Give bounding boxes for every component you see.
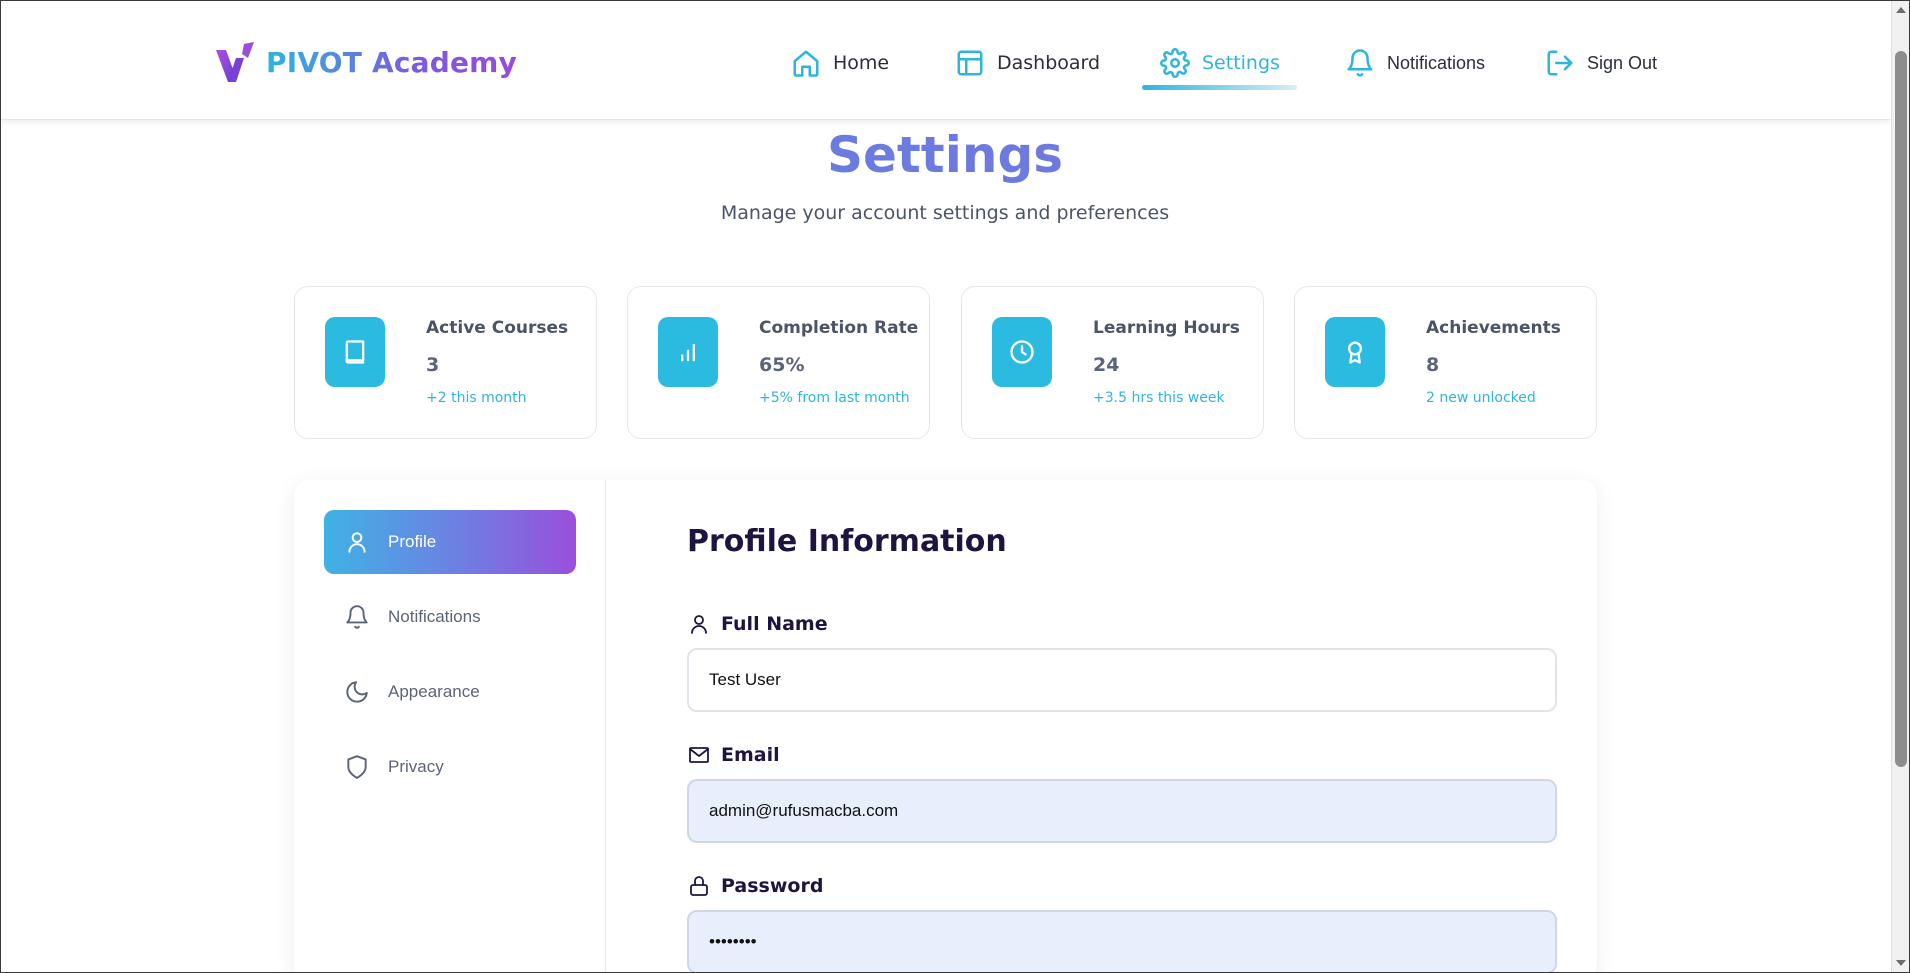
nav-notifications[interactable]: Notifications (1345, 41, 1485, 85)
stat-note: +3.5 hrs this week (1093, 390, 1225, 406)
email-label-text: Email (721, 744, 780, 766)
vertical-scrollbar[interactable] (1891, 1, 1909, 972)
sidebar-item-label: Notifications (388, 607, 481, 626)
stat-icon-box (992, 317, 1052, 387)
stat-icon-box (1325, 317, 1385, 387)
email-input[interactable] (687, 779, 1557, 843)
sign-out-icon (1547, 50, 1573, 76)
email-label: Email (687, 741, 780, 769)
brand-logo-icon (216, 42, 254, 82)
award-icon (1348, 341, 1362, 364)
clock-icon (1010, 340, 1034, 364)
nav-notifications-label: Notifications (1387, 52, 1486, 73)
nav-home-label: Home (833, 52, 890, 74)
password-label-text: Password (721, 875, 824, 897)
bell-icon (1347, 49, 1373, 77)
page-title: Settings (0, 126, 1890, 184)
sidebar-item-privacy[interactable]: Privacy (324, 735, 576, 799)
stat-value: 24 (1093, 354, 1120, 376)
user-icon (348, 532, 366, 553)
scroll-thumb[interactable] (1895, 51, 1907, 767)
moon-icon (346, 681, 368, 703)
stat-value: 8 (1426, 354, 1440, 376)
gear-icon (1160, 48, 1190, 78)
stat-label: Completion Rate (759, 318, 919, 338)
bar-chart-icon (681, 343, 695, 362)
stat-note: 2 new unlocked (1426, 390, 1536, 406)
nav-home[interactable]: Home (791, 41, 889, 85)
sidebar-item-label: Privacy (388, 757, 444, 776)
nav-dashboard-label: Dashboard (997, 52, 1101, 74)
sidebar-item-label: Profile (388, 532, 437, 551)
sidebar-item-label: Appearance (388, 682, 480, 701)
full-name-label-text: Full Name (721, 613, 828, 635)
stat-card-completion-rate: Completion Rate 65% +5% from last month (627, 286, 930, 439)
full-name-input[interactable] (687, 648, 1557, 712)
sidebar-item-appearance[interactable]: Appearance (324, 660, 576, 724)
password-label: Password (687, 872, 823, 900)
lock-icon (690, 876, 708, 896)
brand-name: PIVOT Academy (266, 45, 517, 79)
top-navbar: PIVOT Academy Home Dashboard Settings No… (1, 1, 1891, 120)
sidebar-item-notifications[interactable]: Notifications (324, 585, 576, 649)
stat-note: +5% from last month (759, 390, 910, 406)
dashboard-icon (957, 50, 983, 76)
page-subtitle: Manage your account settings and prefere… (720, 202, 1170, 224)
scroll-down-arrow-icon[interactable] (1896, 960, 1906, 966)
section-title: Profile Information (687, 524, 1007, 559)
stat-value: 65% (759, 354, 805, 376)
nav-dashboard[interactable]: Dashboard (955, 41, 1100, 85)
stat-label: Active Courses (426, 318, 569, 338)
stat-icon-box (658, 317, 718, 387)
home-icon (793, 50, 819, 77)
stat-label: Learning Hours (1093, 318, 1240, 338)
stat-note: +2 this month (426, 390, 527, 406)
sidebar-divider (605, 480, 606, 973)
book-icon (345, 340, 365, 364)
stat-card-learning-hours: Learning Hours 24 +3.5 hrs this week (961, 286, 1264, 439)
scroll-up-arrow-icon[interactable] (1896, 7, 1906, 13)
stat-label: Achievements (1426, 318, 1561, 338)
shield-icon (347, 755, 367, 779)
user-icon (691, 615, 707, 634)
brand[interactable]: PIVOT Academy (214, 39, 517, 85)
stat-card-active-courses: Active Courses 3 +2 this month (294, 286, 597, 439)
bell-icon (346, 605, 368, 629)
nav-sign-out-label: Sign Out (1587, 52, 1658, 73)
stat-value: 3 (426, 354, 440, 376)
active-tab-underline (1142, 85, 1297, 90)
stat-card-achievements: Achievements 8 2 new unlocked (1294, 286, 1597, 439)
sidebar-item-profile[interactable]: Profile (324, 510, 576, 574)
nav-settings[interactable]: Settings (1160, 41, 1280, 85)
full-name-label: Full Name (687, 610, 828, 638)
password-input[interactable] (687, 910, 1557, 973)
nav-settings-label: Settings (1202, 52, 1280, 74)
settings-panel: Profile Notifications Appearance Privacy… (294, 480, 1597, 973)
stat-icon-box (325, 317, 385, 387)
mail-icon (689, 747, 709, 763)
nav-sign-out[interactable]: Sign Out (1545, 41, 1657, 85)
